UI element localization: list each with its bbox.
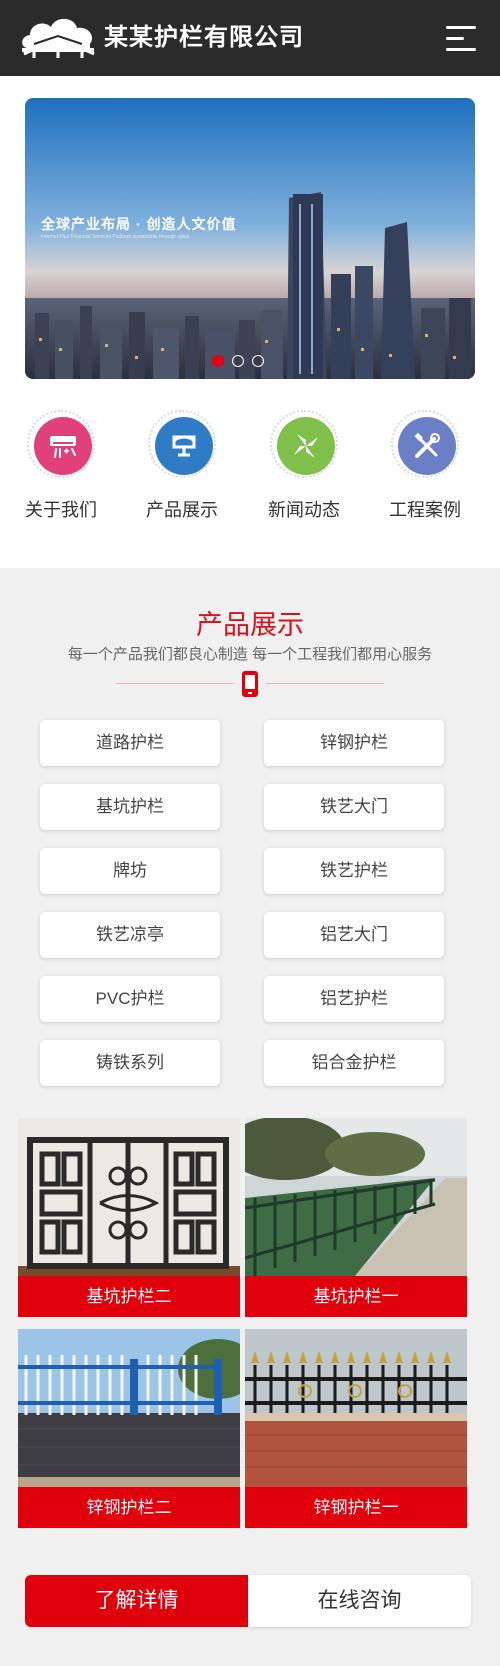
product-card-2[interactable]: 基坑护栏一 (245, 1118, 467, 1317)
category-pvc-guardrail[interactable]: PVC护栏 (40, 976, 220, 1022)
product-label-1: 基坑护栏二 (18, 1276, 240, 1317)
pinwheel-icon (277, 417, 335, 475)
monitor-stand-icon (155, 417, 213, 475)
category-aluminum-gate[interactable]: 铝艺大门 (264, 912, 444, 958)
spear-top-fence-image (245, 1329, 467, 1487)
nav-label-about: 关于我们 (25, 500, 97, 520)
category-cast-iron-series[interactable]: 铸铁系列 (40, 1040, 220, 1086)
hero-banner[interactable]: 全球产业布局 · 创造人文价值 Internet Plus Financial … (25, 98, 475, 379)
company-name[interactable]: 某某护栏有限公司 (104, 20, 304, 54)
phone-icon (241, 670, 259, 698)
section-title: 产品展示 (196, 610, 304, 640)
category-road-guardrail[interactable]: 道路护栏 (40, 720, 220, 766)
category-archway[interactable]: 牌坊 (40, 848, 220, 894)
product-card-1[interactable]: 基坑护栏二 (18, 1118, 240, 1317)
roadside-fence-image (245, 1118, 467, 1276)
product-label-4: 锌钢护栏一 (245, 1487, 467, 1528)
nav-label-products: 产品展示 (146, 500, 218, 520)
divider-right (266, 683, 384, 684)
hamburger-menu-icon[interactable] (446, 24, 478, 54)
product-card-3[interactable]: 锌钢护栏二 (18, 1329, 240, 1528)
top-header: 某某护栏有限公司 (0, 0, 500, 76)
category-aluminum-alloy-guardrail[interactable]: 铝合金护栏 (264, 1040, 444, 1086)
category-aluminum-guardrail[interactable]: 铝艺护栏 (264, 976, 444, 1022)
learn-more-button[interactable]: 了解详情 (25, 1575, 248, 1627)
product-card-4[interactable]: 锌钢护栏一 (245, 1329, 467, 1528)
nav-news[interactable]: 新闻动态 (249, 410, 359, 530)
cloud-bridge-logo-icon[interactable] (20, 14, 98, 60)
slide-dot-2[interactable] (232, 355, 244, 367)
air-conditioner-icon (34, 417, 92, 475)
product-label-2: 基坑护栏一 (245, 1276, 467, 1317)
wrought-iron-panel-image (18, 1118, 240, 1276)
nav-label-cases: 工程案例 (389, 500, 461, 520)
divider-left (116, 683, 234, 684)
category-iron-gate[interactable]: 铁艺大门 (264, 784, 444, 830)
online-consult-button[interactable]: 在线咨询 (248, 1575, 471, 1627)
category-foundation-pit-guardrail[interactable]: 基坑护栏 (40, 784, 220, 830)
category-iron-pavilion[interactable]: 铁艺凉亭 (40, 912, 220, 958)
banner-headline: 全球产业布局 · 创造人文价值 (41, 216, 237, 232)
nav-products[interactable]: 产品展示 (127, 410, 237, 530)
category-iron-guardrail[interactable]: 铁艺护栏 (264, 848, 444, 894)
slide-dot-1[interactable] (212, 355, 224, 367)
nav-about-us[interactable]: 关于我们 (6, 410, 116, 530)
banner-subline: Internet Plus Financial Services Platfor… (41, 234, 190, 240)
nav-label-news: 新闻动态 (268, 500, 340, 520)
slide-dot-3[interactable] (252, 355, 264, 367)
white-blue-fence-image (18, 1329, 240, 1487)
section-subtitle: 每一个产品我们都良心制造 每一个工程我们都用心服务 (67, 646, 433, 663)
nav-cases[interactable]: 工程案例 (370, 410, 480, 530)
tools-icon (398, 417, 456, 475)
product-label-3: 锌钢护栏二 (18, 1487, 240, 1528)
category-zinc-steel-guardrail[interactable]: 锌钢护栏 (264, 720, 444, 766)
